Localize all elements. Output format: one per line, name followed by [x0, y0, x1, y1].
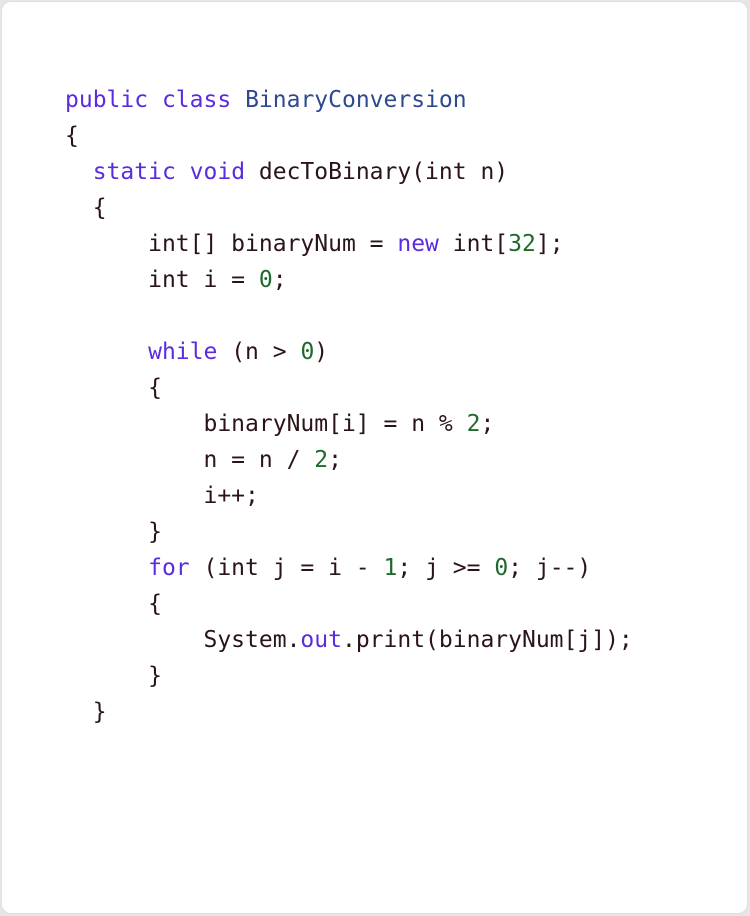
code-token: ; [272, 267, 287, 293]
code-line: for (int j = i - 1; j >= 0; j--) [65, 550, 633, 586]
code-keyword: void [189, 159, 246, 185]
code-line: while (n > 0) [65, 334, 633, 370]
code-number: 0 [300, 339, 315, 365]
code-token: i++; [203, 483, 259, 509]
code-token: ; j--) [508, 555, 592, 581]
code-line: public class BinaryConversion [65, 82, 633, 118]
code-card: public class BinaryConversion { static vo… [1, 1, 748, 914]
code-number: 0 [258, 267, 273, 293]
code-token: decToBinary(int n) [245, 159, 509, 185]
code-keyword: new [397, 231, 439, 257]
code-line: n = n / 2; [65, 442, 633, 478]
code-token: { [92, 195, 107, 221]
code-block: public class BinaryConversion { static vo… [65, 82, 633, 730]
code-token: (int j = i - [189, 555, 384, 581]
code-token: ; [480, 411, 495, 437]
code-line: { [65, 118, 633, 154]
code-token: ) [314, 339, 329, 365]
code-token: int[] binaryNum = [148, 231, 398, 257]
code-token: { [65, 123, 79, 149]
code-number: 32 [508, 231, 536, 257]
code-keyword: out [300, 627, 342, 653]
code-keyword: for [148, 555, 190, 581]
code-line: { [65, 190, 633, 226]
code-keyword: while [148, 339, 218, 365]
code-line: } [65, 694, 633, 730]
code-token: } [148, 519, 162, 545]
code-line: } [65, 658, 633, 694]
code-number: 2 [314, 447, 329, 473]
code-token: .print(binaryNum[j]); [341, 627, 633, 653]
code-line: } [65, 514, 633, 550]
code-token: ; j >= [397, 555, 495, 581]
code-keyword: static [92, 159, 176, 185]
code-line: { [65, 586, 633, 622]
code-token: } [148, 663, 162, 689]
code-line: i++; [65, 478, 633, 514]
code-token: ; [328, 447, 342, 473]
code-token: (n > [217, 339, 301, 365]
code-token: n = n / [203, 447, 315, 473]
code-number: 0 [494, 555, 509, 581]
code-number: 1 [383, 555, 398, 581]
code-line: { [65, 370, 633, 406]
code-token: } [92, 699, 107, 725]
code-token: int i = [148, 267, 259, 293]
code-line: int[] binaryNum = new int[32]; [65, 226, 633, 262]
code-line: int i = 0; [65, 262, 633, 298]
code-token: { [148, 375, 162, 401]
code-line: binaryNum[i] = n % 2; [65, 406, 633, 442]
code-token: int[ [438, 231, 509, 257]
code-keyword: public [65, 87, 149, 113]
code-line: static void decToBinary(int n) [65, 154, 633, 190]
code-token: binaryNum[i] = n % [203, 411, 467, 437]
code-token: System. [203, 627, 301, 653]
code-line: ​ [65, 298, 633, 334]
code-class-name: BinaryConversion [245, 87, 467, 113]
code-token: { [148, 591, 162, 617]
code-keyword: class [161, 87, 232, 113]
code-number: 2 [466, 411, 481, 437]
code-line: System.out.print(binaryNum[j]); [65, 622, 633, 658]
code-token: ]; [535, 231, 564, 257]
